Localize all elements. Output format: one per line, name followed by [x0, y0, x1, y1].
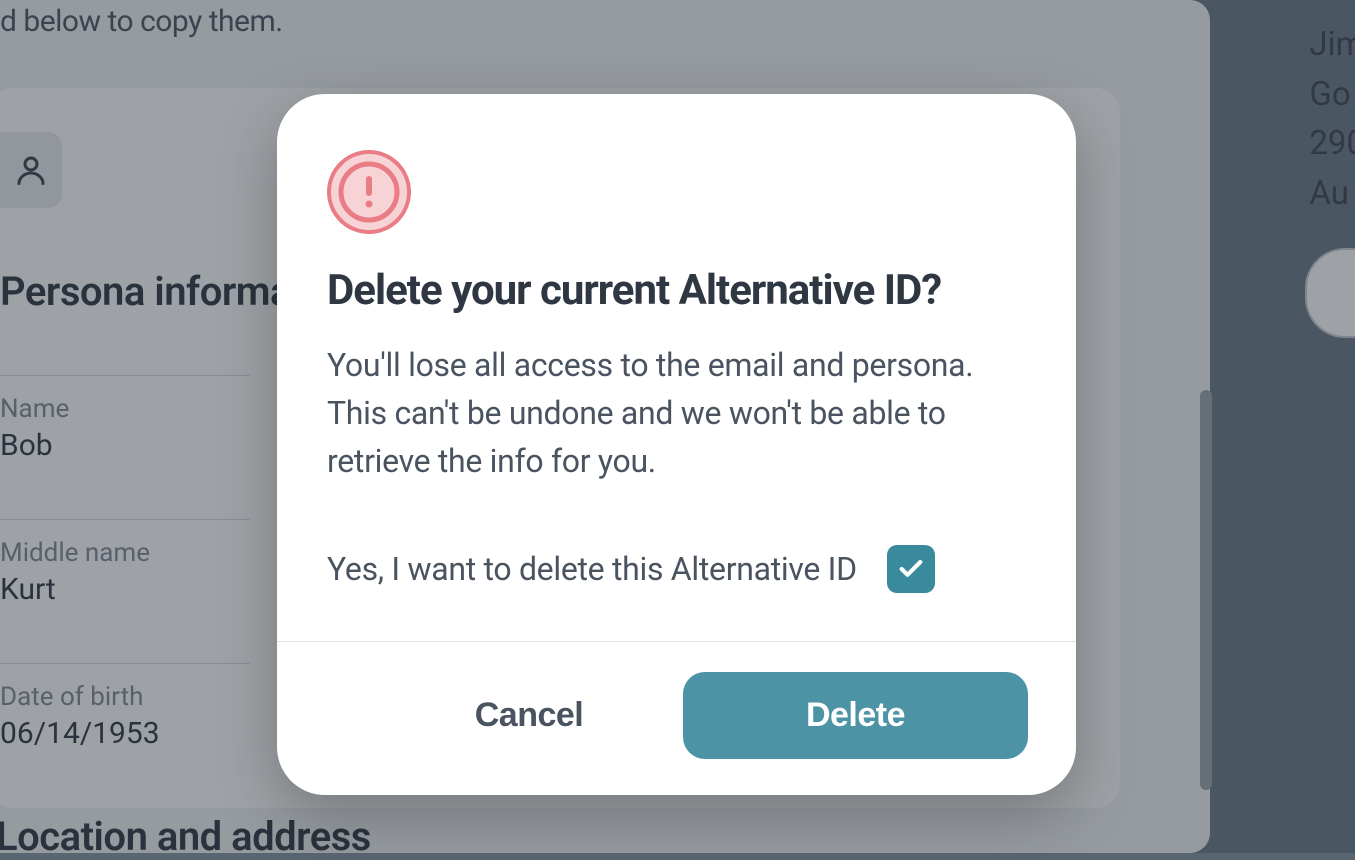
warning-icon [327, 150, 411, 234]
modal-body: Delete your current Alternative ID? You'… [277, 94, 1076, 641]
check-icon [897, 555, 925, 583]
cancel-button[interactable]: Cancel [399, 672, 659, 759]
confirm-label: Yes, I want to delete this Alternative I… [327, 550, 857, 588]
confirm-row: Yes, I want to delete this Alternative I… [327, 545, 1026, 593]
modal-footer: Cancel Delete [277, 641, 1076, 795]
confirm-checkbox[interactable] [887, 545, 935, 593]
delete-button[interactable]: Delete [683, 672, 1028, 759]
modal-description: You'll lose all access to the email and … [327, 341, 1026, 485]
modal-title: Delete your current Alternative ID? [327, 266, 1026, 315]
delete-confirmation-modal: Delete your current Alternative ID? You'… [277, 94, 1076, 795]
